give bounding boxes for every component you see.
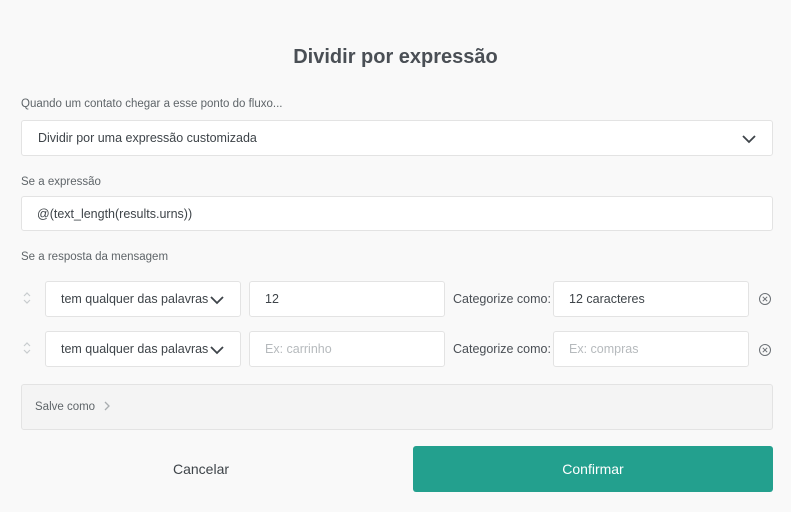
save-as-toggle[interactable]: Salve como	[21, 384, 773, 430]
rules-label: Se a resposta da mensagem	[21, 251, 169, 263]
rule-value-placeholder: Ex: carrinho	[265, 342, 332, 356]
expression-label: Se a expressão	[21, 176, 101, 188]
trigger-select[interactable]: Dividir por uma expressão customizada	[21, 120, 773, 156]
rule-value-input[interactable]: Ex: carrinho	[249, 331, 445, 367]
dialog-title: Dividir por expressão	[293, 46, 498, 68]
rule-value: 12	[265, 292, 279, 306]
chevron-right-icon	[103, 401, 111, 414]
chevron-down-icon	[209, 292, 225, 308]
chevron-down-icon	[741, 131, 757, 147]
rule-operator-value: tem qualquer das palavras	[61, 342, 209, 356]
rule-operator-value: tem qualquer das palavras	[61, 292, 209, 306]
rule-category-input[interactable]: 12 caracteres	[553, 281, 749, 317]
categorize-label: Categorize como:	[453, 342, 551, 356]
rule-operator-select[interactable]: tem qualquer das palavras	[45, 281, 241, 317]
drag-handle-icon[interactable]	[22, 291, 32, 305]
categorize-label: Categorize como:	[453, 292, 551, 306]
remove-rule-icon[interactable]	[758, 343, 772, 357]
chevron-down-icon	[209, 342, 225, 358]
expression-input[interactable]: @(text_length(results.urns))	[21, 196, 773, 231]
rule-category-input[interactable]: Ex: compras	[553, 331, 749, 367]
confirm-button[interactable]: Confirmar	[413, 446, 773, 492]
save-as-label: Salve como	[35, 401, 96, 413]
rule-category-placeholder: Ex: compras	[569, 342, 639, 356]
trigger-select-value: Dividir por uma expressão customizada	[38, 131, 257, 145]
rule-category-value: 12 caracteres	[569, 292, 645, 306]
rule-value-input[interactable]: 12	[249, 281, 445, 317]
drag-handle-icon[interactable]	[22, 341, 32, 355]
expression-value: @(text_length(results.urns))	[37, 206, 193, 221]
rule-operator-select[interactable]: tem qualquer das palavras	[45, 331, 241, 367]
remove-rule-icon[interactable]	[758, 292, 772, 306]
trigger-label: Quando um contato chegar a esse ponto do…	[21, 98, 283, 110]
cancel-button[interactable]: Cancelar	[22, 446, 380, 492]
